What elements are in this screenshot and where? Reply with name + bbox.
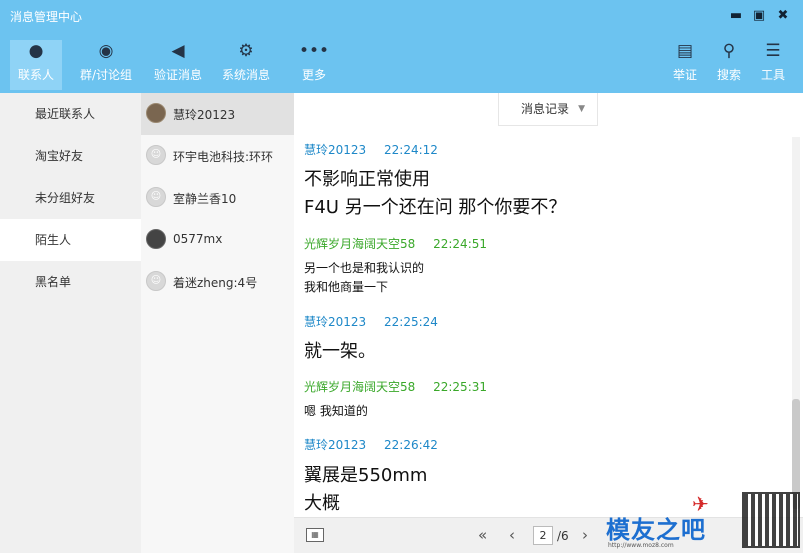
contact-name: 着迷zheng:4号: [173, 276, 258, 290]
avatar: ☺: [146, 145, 166, 165]
category-strangers[interactable]: 陌生人: [0, 219, 141, 261]
chat-scrollbar[interactable]: [792, 137, 800, 513]
contact-name: 0577mx: [173, 232, 223, 246]
nav-contacts[interactable]: ● 联系人: [10, 40, 62, 90]
nav-groups[interactable]: ◉ 群/讨论组: [74, 40, 138, 90]
message-text: 嗯 我知道的: [304, 404, 368, 418]
contact-name: 慧玲20123: [173, 108, 236, 122]
nav-label: 验证消息: [153, 68, 202, 82]
page-total: /6: [557, 529, 569, 543]
message-text: 就一架。: [304, 341, 376, 362]
chat-history: 消息记录 ▼ 慧玲20123 22:24:12 不影响正常使用 F4U 另一个还…: [294, 93, 803, 553]
nav-search[interactable]: ⚲ 搜索: [713, 40, 745, 90]
nav-label: 更多: [301, 68, 326, 82]
person-icon: ●: [28, 41, 44, 61]
calendar-icon[interactable]: ▦: [306, 528, 324, 542]
gear-icon: ⚙: [238, 41, 254, 61]
message-record-dropdown[interactable]: 消息记录 ▼: [498, 93, 598, 126]
message-header: 光辉岁月海阔天空58 22:24:51: [304, 235, 501, 252]
message-text: 不影响正常使用: [304, 169, 430, 190]
avatar: [146, 229, 166, 249]
document-icon: ▤: [676, 41, 694, 61]
category-list: 最近联系人 淘宝好友 未分组好友 陌生人 黑名单: [0, 93, 141, 553]
page-number-input[interactable]: [533, 526, 553, 545]
sender-name: 慧玲20123: [304, 315, 367, 329]
sender-name: 慧玲20123: [304, 143, 367, 157]
nav-label: 系统消息: [221, 68, 270, 82]
nav-verification[interactable]: ◀ 验证消息: [150, 40, 206, 90]
contact-item[interactable]: ☺ 室静兰香10: [141, 177, 294, 219]
message-text: 翼展是550mm: [304, 465, 428, 486]
message-text: F4U 另一个还在问 那个你要不？: [304, 197, 567, 218]
sender-name: 光辉岁月海阔天空58: [304, 237, 416, 251]
message-time: 22:25:31: [433, 380, 488, 394]
message-text: 我和他商量一下: [304, 280, 389, 294]
message-text: 另一个也是和我认识的: [304, 261, 425, 275]
contact-item[interactable]: ☺ 着迷zheng:4号: [141, 261, 294, 303]
contact-item[interactable]: 0577mx: [141, 219, 294, 261]
avatar: ☺: [146, 187, 166, 207]
message-text: 大概: [304, 493, 340, 514]
list-icon: ☰: [765, 41, 781, 61]
contact-item[interactable]: 慧玲20123: [141, 93, 294, 135]
contact-name: 室静兰香10: [173, 192, 237, 206]
close-icon[interactable]: ✖: [773, 6, 793, 26]
watermark-url: http://www.moz8.com: [608, 542, 674, 549]
watermark: ✈ 模友之吧 http://www.moz8.com: [604, 488, 803, 553]
search-icon: ⚲: [722, 41, 736, 61]
watermark-logo-text: 模友之吧: [606, 516, 706, 544]
category-blacklist[interactable]: 黑名单: [0, 261, 141, 303]
window-title: 消息管理中心: [10, 10, 83, 24]
nav-system[interactable]: ⚙ 系统消息: [218, 40, 274, 90]
dropdown-label: 消息记录: [521, 102, 570, 116]
message-time: 22:25:24: [384, 315, 438, 329]
header-bar: 消息管理中心 ▬ ▣ ✖ ● 联系人 ◉ 群/讨论组 ◀ 验证消息 ⚙ 系统消息…: [0, 0, 803, 93]
speaker-icon: ◀: [171, 41, 185, 61]
category-ungrouped[interactable]: 未分组好友: [0, 177, 141, 219]
avatar: ☺: [146, 271, 166, 291]
nav-label: 工具: [760, 68, 785, 82]
first-page-icon[interactable]: «: [478, 526, 487, 544]
message-time: 22:24:51: [433, 237, 488, 251]
avatar: [146, 103, 166, 123]
nav-evidence[interactable]: ▤ 举证: [669, 40, 701, 90]
sender-name: 慧玲20123: [304, 438, 367, 452]
contact-item[interactable]: ☺ 环宇电池科技:环环: [141, 135, 294, 177]
chevron-down-icon: ▼: [578, 104, 585, 114]
category-recent[interactable]: 最近联系人: [0, 93, 141, 135]
maximize-icon[interactable]: ▣: [749, 6, 769, 26]
next-page-icon[interactable]: ›: [582, 526, 588, 544]
nav-tools[interactable]: ☰ 工具: [757, 40, 789, 90]
message-header: 慧玲20123 22:26:42: [304, 436, 452, 453]
qr-code-icon: [742, 492, 800, 548]
nav-label: 搜索: [716, 68, 741, 82]
category-taobao[interactable]: 淘宝好友: [0, 135, 141, 177]
previous-page-icon[interactable]: ‹: [509, 526, 515, 544]
message-header: 慧玲20123 22:24:12: [304, 141, 452, 158]
minimize-icon[interactable]: ▬: [726, 6, 746, 26]
contact-list: 慧玲20123 ☺ 环宇电池科技:环环 ☺ 室静兰香10 0577mx ☺ 着迷…: [141, 93, 294, 553]
contact-name: 环宇电池科技:环环: [173, 150, 274, 164]
message-time: 22:26:42: [384, 438, 438, 452]
nav-more[interactable]: ••• 更多: [296, 40, 332, 90]
message-time: 22:24:12: [384, 143, 438, 157]
message-header: 慧玲20123 22:25:24: [304, 313, 452, 330]
nav-label: 群/讨论组: [79, 68, 133, 82]
nav-label: 联系人: [17, 68, 54, 82]
nav-label: 举证: [672, 68, 697, 82]
group-icon: ◉: [98, 41, 114, 61]
sender-name: 光辉岁月海阔天空58: [304, 380, 416, 394]
title-bar[interactable]: 消息管理中心 ▬ ▣ ✖: [0, 0, 803, 32]
more-dots-icon: •••: [298, 41, 330, 61]
message-header: 光辉岁月海阔天空58 22:25:31: [304, 378, 501, 395]
